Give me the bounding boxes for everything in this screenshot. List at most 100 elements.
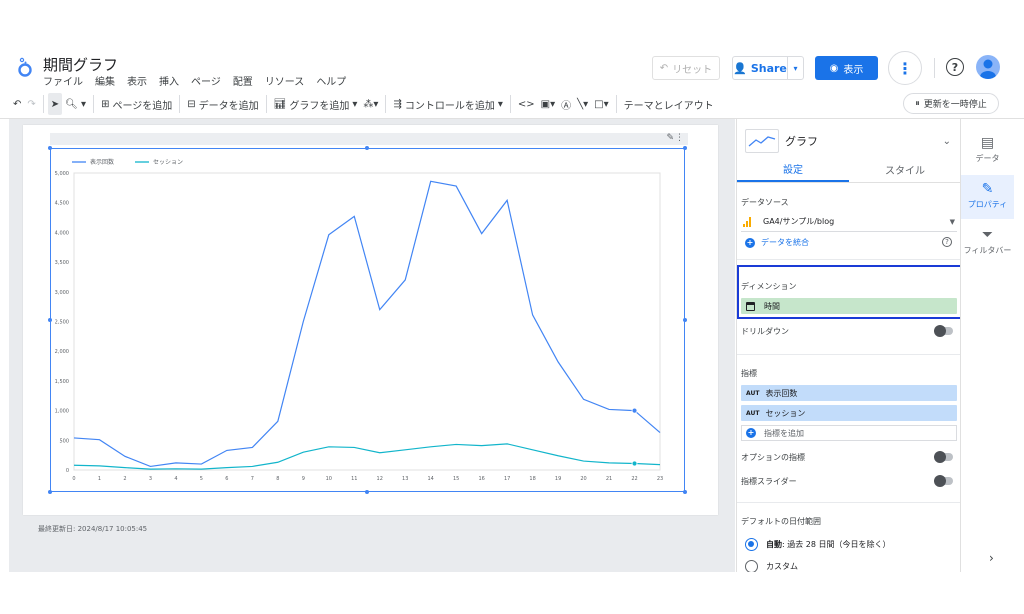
date-range-auto-option[interactable]: 自動: 過去 28 日間（今日を除く） — [745, 538, 891, 551]
last-updated-text: 最終更新日: 2024/8/17 10:05:45 — [38, 525, 148, 533]
shape-icon[interactable]: □▾ — [591, 93, 611, 115]
radio-auto[interactable] — [745, 538, 758, 551]
reset-button[interactable]: ↶ リセット — [652, 56, 720, 80]
x-tick-label: 4 — [174, 476, 177, 482]
share-dropdown-icon[interactable]: ▾ — [787, 57, 803, 79]
chevron-down-icon: ⌄ — [942, 135, 951, 147]
tab-setup[interactable]: 設定 — [737, 157, 849, 182]
pause-icon: ⏸ — [915, 98, 920, 109]
menu-resource[interactable]: リソース — [265, 73, 305, 88]
add-data-button[interactable]: ⊟ データを追加 — [184, 93, 261, 115]
divider — [737, 259, 960, 260]
more-options-icon[interactable]: ⋮ — [888, 51, 922, 85]
dimension-label: ディメンション — [741, 282, 797, 291]
rail-filter-label: フィルタバー — [963, 246, 1012, 255]
metric-slider-toggle[interactable] — [934, 475, 953, 487]
metric-chip[interactable]: AUT 表示回数 — [741, 385, 957, 401]
radio-custom[interactable] — [745, 560, 758, 572]
report-page[interactable]: ✎ ⋮ 0 500 1,000 1,500 2,000 2,500 3,000 3,500 4,… — [23, 125, 718, 533]
toolbar: ↶ ↷ ➤ 🔍︎ ▾ ⊞ ページを追加 ⊟ データを追加 📊︎ グラフを追加 ▾… — [0, 92, 1024, 116]
image-icon[interactable]: ▣▾ — [538, 93, 558, 115]
embed-code-icon[interactable]: <> — [515, 93, 538, 115]
x-tick-label: 13 — [402, 476, 408, 482]
x-tick-label: 11 — [351, 476, 357, 482]
y-tick-label: 2,000 — [55, 349, 69, 355]
text-icon[interactable]: Ⓐ — [558, 93, 574, 115]
y-tick-label: 4,000 — [55, 230, 69, 236]
date-range-custom-option[interactable]: カスタム — [745, 560, 798, 572]
metrics-label: 指標 — [741, 369, 757, 378]
add-metric-button[interactable]: + 指標を追加 — [741, 425, 957, 441]
avatar[interactable] — [976, 55, 1000, 79]
blend-data-link[interactable]: + データを統合 — [745, 237, 809, 248]
tab-style[interactable]: スタイル — [849, 157, 960, 182]
drilldown-label: ドリルダウン — [741, 326, 789, 336]
undo-arrow-icon: ↶ — [659, 62, 669, 74]
x-tick-label: 21 — [606, 476, 612, 482]
add-circle-icon: + — [746, 428, 756, 438]
line-icon[interactable]: ╲▾ — [574, 93, 591, 115]
dimension-chip[interactable]: 時間 — [741, 298, 957, 314]
blend-data-label: データを統合 — [761, 238, 809, 247]
undo-icon[interactable]: ↶ — [10, 93, 24, 115]
chevron-down-icon: ▾ — [352, 98, 358, 110]
rail-data[interactable]: ▤ データ — [961, 131, 1014, 175]
x-tick-label: 12 — [377, 476, 383, 482]
pencil-icon[interactable]: ✎ — [666, 133, 674, 143]
control-icon: ⇶ — [393, 98, 402, 110]
redo-icon[interactable]: ↷ — [24, 93, 38, 115]
add-control-button[interactable]: ⇶ コントロールを追加 ▾ — [390, 93, 505, 115]
metric-slider-label: 指標スライダー — [741, 476, 797, 486]
drilldown-toggle[interactable] — [934, 325, 953, 337]
menu-view[interactable]: 表示 — [127, 73, 147, 88]
custom-label: カスタム — [766, 562, 798, 571]
add-page-label: ページを追加 — [112, 100, 173, 112]
divider — [93, 95, 95, 113]
zoom-icon[interactable]: 🔍︎ ▾ — [62, 93, 89, 115]
divider — [42, 95, 44, 113]
x-tick-label: 0 — [72, 476, 75, 482]
view-button[interactable]: ◉ 表示 — [815, 56, 878, 80]
add-page-button[interactable]: ⊞ ページを追加 — [98, 93, 175, 115]
chevron-right-icon[interactable]: › — [989, 551, 994, 565]
rail-properties[interactable]: ✎ プロパティ — [961, 175, 1014, 219]
menu-insert[interactable]: 挿入 — [159, 73, 179, 88]
time-series-chart[interactable]: 0 500 1,000 1,500 2,000 2,500 3,000 3,500 4,000 4… — [50, 148, 685, 492]
divider — [737, 502, 960, 503]
more-vert-icon[interactable]: ⋮ — [675, 133, 684, 143]
select-cursor-icon[interactable]: ➤ — [47, 93, 63, 115]
metric-chip[interactable]: AUT セッション — [741, 405, 957, 421]
line-chart-icon — [745, 129, 779, 153]
help-icon[interactable]: ? — [942, 237, 952, 247]
menu-help[interactable]: ヘルプ — [316, 73, 346, 88]
optional-metrics-toggle[interactable] — [934, 451, 953, 463]
share-label: Share — [750, 61, 787, 75]
series-line — [73, 180, 661, 468]
rail-filter[interactable]: ⏷ フィルタバー — [961, 227, 1014, 271]
divider — [265, 95, 267, 113]
add-page-icon: ⊞ — [101, 98, 110, 110]
pause-updates-button[interactable]: ⏸ 更新を一時停止 — [903, 93, 999, 114]
menu-arrange[interactable]: 配置 — [233, 73, 253, 88]
eye-icon: ◉ — [829, 62, 839, 74]
x-tick-label: 17 — [504, 476, 510, 482]
data-source-select[interactable]: GA4/サンプル/blog ▼ — [741, 212, 957, 232]
share-button[interactable]: 👤 Share ▾ — [732, 56, 804, 80]
report-title[interactable]: 期間グラフ — [43, 54, 118, 75]
data-source-name: GA4/サンプル/blog — [763, 217, 835, 226]
menu-page[interactable]: ページ — [191, 73, 221, 88]
community-viz-button[interactable]: ⁂▾ — [360, 93, 381, 115]
y-tick-label: 3,000 — [55, 290, 69, 296]
optional-metrics-row: オプションの指標 — [741, 450, 953, 464]
side-rail: ▤ データ ✎ プロパティ ⏷ フィルタバー › — [960, 119, 1024, 572]
add-chart-label: グラフを追加 — [289, 100, 350, 112]
menu-edit[interactable]: 編集 — [95, 73, 115, 88]
menu-file[interactable]: ファイル — [43, 73, 83, 88]
help-icon[interactable]: ? — [946, 58, 964, 76]
add-chart-button[interactable]: 📊︎ グラフを追加 ▾ — [271, 93, 361, 115]
add-person-icon: 👤 — [733, 61, 747, 75]
x-tick-label: 3 — [149, 476, 152, 482]
add-chart-icon: 📊︎ — [273, 98, 287, 110]
chart-type-selector[interactable]: グラフ ⌄ — [745, 127, 955, 155]
theme-layout-button[interactable]: テーマとレイアウト — [621, 93, 717, 115]
